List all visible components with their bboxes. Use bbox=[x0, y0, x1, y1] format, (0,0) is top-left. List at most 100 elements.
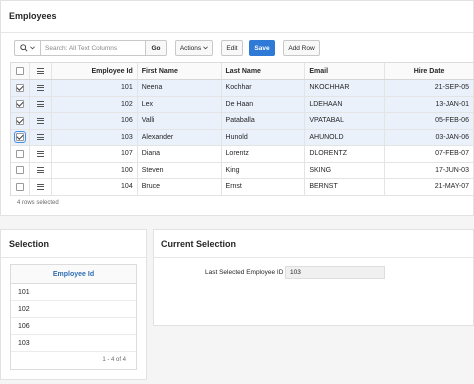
pagination-text: 1 - 4 of 4 bbox=[102, 357, 126, 363]
row-select-cell bbox=[11, 80, 30, 96]
table-row[interactable]: 104 Bruce Ernst BERNST 21-MAY-07 bbox=[11, 179, 474, 196]
grid-header-row: Employee Id First Name Last Name Email H… bbox=[11, 63, 474, 80]
row-checkbox[interactable] bbox=[13, 131, 26, 144]
cell-employee-id[interactable]: 100 bbox=[52, 162, 138, 178]
list-item: 106 bbox=[11, 318, 136, 335]
table-row[interactable]: 106 Valli Pataballa VPATABAL 05-FEB-06 bbox=[11, 113, 474, 130]
cell-hire-date[interactable]: 05-FEB-06 bbox=[385, 113, 474, 129]
selection-status: 4 rows selected bbox=[17, 200, 59, 206]
last-selected-label: Last Selected Employee ID bbox=[205, 269, 284, 276]
selection-report: Employee Id 101 102 106 103 1 - 4 of 4 bbox=[10, 264, 137, 370]
cell-first-name[interactable]: Bruce bbox=[138, 179, 222, 195]
row-actions-cell bbox=[30, 179, 52, 195]
cell-first-name[interactable]: Valli bbox=[138, 113, 222, 129]
cell-last-name[interactable]: Kochhar bbox=[222, 80, 306, 96]
row-select-cell bbox=[11, 179, 30, 195]
row-actions-cell bbox=[30, 113, 52, 129]
cell-hire-date[interactable]: 17-JUN-03 bbox=[385, 162, 474, 178]
row-checkbox[interactable] bbox=[15, 83, 24, 92]
cell-first-name[interactable]: Steven bbox=[138, 162, 222, 178]
cell-email[interactable]: SKING bbox=[305, 162, 386, 178]
chevron-down-icon bbox=[203, 46, 209, 50]
go-button[interactable]: Go bbox=[145, 41, 166, 55]
cell-employee-id[interactable]: 103 bbox=[52, 129, 138, 145]
region-header-divider bbox=[154, 257, 473, 258]
cell-employee-id[interactable]: 106 bbox=[52, 113, 138, 129]
table-row[interactable]: 103 Alexander Hunold AHUNOLD 03-JAN-06 bbox=[11, 129, 474, 146]
row-select-cell bbox=[11, 162, 30, 178]
region-header-divider bbox=[1, 257, 146, 258]
row-menu-icon[interactable] bbox=[36, 150, 44, 157]
cell-hire-date[interactable]: 03-JAN-06 bbox=[385, 129, 474, 145]
chevron-down-icon bbox=[30, 46, 35, 50]
cell-hire-date[interactable]: 21-MAY-07 bbox=[385, 179, 474, 195]
cell-last-name[interactable]: Hunold bbox=[222, 129, 306, 145]
add-row-button[interactable]: Add Row bbox=[283, 40, 320, 56]
selection-title: Selection bbox=[9, 239, 50, 249]
cell-first-name[interactable]: Neena bbox=[138, 80, 222, 96]
cell-email[interactable]: NKOCHHAR bbox=[305, 80, 386, 96]
grid-toolbar: Go Actions Edit Save Add Row bbox=[14, 40, 320, 56]
actions-button[interactable]: Actions bbox=[175, 40, 213, 56]
row-actions-cell bbox=[30, 96, 52, 112]
cell-email[interactable]: VPATABAL bbox=[305, 113, 386, 129]
cell-first-name[interactable]: Alexander bbox=[138, 129, 222, 145]
row-checkbox[interactable] bbox=[15, 182, 24, 191]
row-menu-icon[interactable] bbox=[36, 167, 44, 174]
cell-email[interactable]: BERNST bbox=[305, 179, 386, 195]
cell-employee-id[interactable]: 107 bbox=[52, 146, 138, 162]
cell-last-name[interactable]: Lorentz bbox=[222, 146, 306, 162]
cell-last-name[interactable]: Pataballa bbox=[222, 113, 306, 129]
column-header-last-name[interactable]: Last Name bbox=[222, 63, 306, 79]
row-checkbox[interactable] bbox=[15, 116, 24, 125]
list-item: 103 bbox=[11, 335, 136, 352]
row-menu-icon[interactable] bbox=[36, 183, 44, 190]
search-input[interactable] bbox=[41, 41, 145, 55]
column-header-employee-id[interactable]: Employee Id bbox=[52, 63, 138, 79]
row-checkbox[interactable] bbox=[15, 149, 24, 158]
column-header-employee-id[interactable]: Employee Id bbox=[11, 265, 136, 284]
row-menu-icon[interactable] bbox=[36, 101, 44, 108]
column-header-email[interactable]: Email bbox=[305, 63, 386, 79]
cell-hire-date[interactable]: 13-JAN-01 bbox=[385, 96, 474, 112]
edit-button[interactable]: Edit bbox=[221, 40, 243, 56]
cell-last-name[interactable]: De Haan bbox=[222, 96, 306, 112]
select-all-cell bbox=[11, 63, 30, 79]
search-column-menu[interactable] bbox=[15, 41, 41, 55]
cell-first-name[interactable]: Lex bbox=[138, 96, 222, 112]
cell-employee-id[interactable]: 101 bbox=[52, 80, 138, 96]
row-checkbox[interactable] bbox=[15, 166, 24, 175]
table-row[interactable]: 101 Neena Kochhar NKOCHHAR 21-SEP-05 bbox=[11, 80, 474, 97]
cell-last-name[interactable]: Ernst bbox=[222, 179, 306, 195]
list-item: 101 bbox=[11, 284, 136, 301]
menu-icon bbox=[36, 68, 44, 74]
row-actions-cell bbox=[30, 129, 52, 145]
row-checkbox[interactable] bbox=[15, 100, 24, 109]
cell-email[interactable]: AHUNOLD bbox=[305, 129, 386, 145]
current-selection-title: Current Selection bbox=[161, 239, 237, 249]
row-menu-icon[interactable] bbox=[36, 117, 44, 124]
cell-hire-date[interactable]: 21-SEP-05 bbox=[385, 80, 474, 96]
cell-first-name[interactable]: Diana bbox=[138, 146, 222, 162]
row-menu-icon[interactable] bbox=[36, 134, 44, 141]
cell-hire-date[interactable]: 07-FEB-07 bbox=[385, 146, 474, 162]
table-row[interactable]: 100 Steven King SKING 17-JUN-03 bbox=[11, 162, 474, 179]
cell-email[interactable]: LDEHAAN bbox=[305, 96, 386, 112]
cell-last-name[interactable]: King bbox=[222, 162, 306, 178]
cell-employee-id[interactable]: 102 bbox=[52, 96, 138, 112]
save-button[interactable]: Save bbox=[249, 40, 275, 56]
row-select-cell bbox=[11, 129, 30, 145]
row-actions-cell bbox=[30, 162, 52, 178]
column-header-first-name[interactable]: First Name bbox=[138, 63, 222, 79]
cell-employee-id[interactable]: 104 bbox=[52, 179, 138, 195]
select-all-checkbox[interactable] bbox=[15, 67, 24, 75]
row-select-cell bbox=[11, 113, 30, 129]
employees-grid: Employee Id First Name Last Name Email H… bbox=[10, 62, 474, 196]
cell-email[interactable]: DLORENTZ bbox=[305, 146, 386, 162]
column-header-hire-date[interactable]: Hire Date bbox=[385, 63, 474, 79]
employees-title: Employees bbox=[9, 11, 57, 21]
search-icon bbox=[20, 44, 28, 52]
table-row[interactable]: 102 Lex De Haan LDEHAAN 13-JAN-01 bbox=[11, 96, 474, 113]
table-row[interactable]: 107 Diana Lorentz DLORENTZ 07-FEB-07 bbox=[11, 146, 474, 163]
row-menu-icon[interactable] bbox=[36, 84, 44, 91]
